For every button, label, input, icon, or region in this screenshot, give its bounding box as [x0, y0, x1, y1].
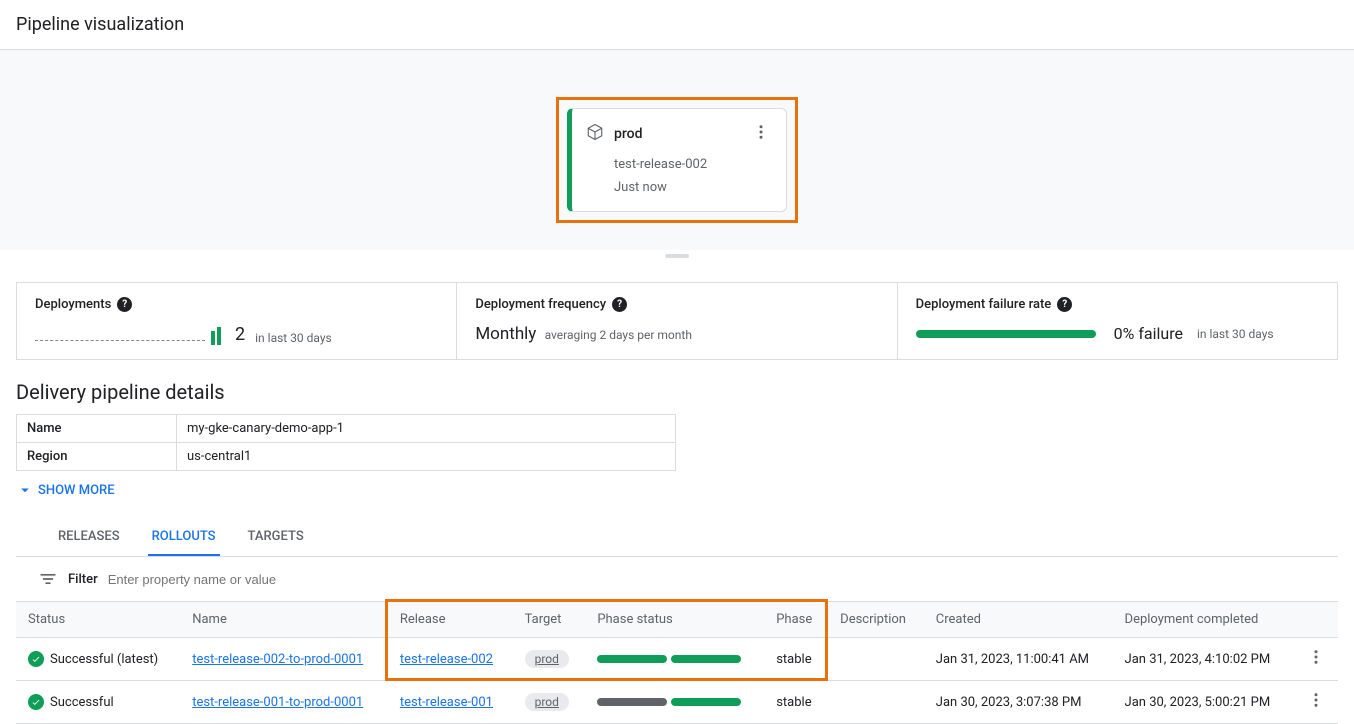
failure-suffix: in last 30 days — [1197, 327, 1274, 341]
release-link[interactable]: test-release-001 — [400, 695, 493, 710]
phase-status-bars — [597, 655, 752, 663]
deployments-sparkline-bars — [211, 327, 221, 345]
phase-text: stable — [764, 638, 828, 681]
metric-failure-rate: Deployment failure rate ? 0% failure in … — [898, 283, 1337, 359]
target-pill[interactable]: prod — [525, 650, 569, 668]
created-text: Jan 31, 2023, 11:00:41 AM — [924, 638, 1113, 681]
col-release: Release — [388, 602, 513, 638]
target-card-prod[interactable]: prod test-release-002 Just now — [567, 108, 787, 213]
status-cell: Successful — [28, 694, 168, 710]
show-more-button[interactable]: SHOW MORE — [0, 471, 1354, 509]
frequency-value: Monthly — [475, 324, 536, 344]
target-pill[interactable]: prod — [525, 693, 569, 711]
failure-rate-bar — [916, 330, 1096, 338]
resize-handle[interactable] — [665, 254, 689, 258]
details-name-label: Name — [17, 415, 177, 443]
details-title: Delivery pipeline details — [0, 360, 1354, 414]
col-description: Description — [828, 602, 924, 638]
frequency-suffix: averaging 2 days per month — [545, 328, 692, 342]
description-text — [828, 638, 924, 681]
target-card-menu-button[interactable] — [750, 121, 772, 147]
details-region-label: Region — [17, 443, 177, 471]
details-name-value: my-gke-canary-demo-app-1 — [177, 415, 676, 443]
table-row: Successful (latest) test-release-002-to-… — [16, 638, 1338, 681]
tabs: RELEASES ROLLOUTS TARGETS — [16, 509, 1338, 557]
col-phase-status: Phase status — [585, 602, 764, 638]
release-link[interactable]: test-release-002 — [400, 652, 493, 667]
completed-text: Jan 30, 2023, 5:00:21 PM — [1113, 681, 1294, 724]
details-table: Name my-gke-canary-demo-app-1 Region us-… — [16, 414, 676, 471]
col-completed: Deployment completed — [1113, 602, 1294, 638]
target-name: prod — [614, 126, 740, 142]
target-release: test-release-002 — [614, 153, 772, 176]
help-icon[interactable]: ? — [117, 297, 132, 312]
failure-value: 0% failure — [1114, 324, 1183, 343]
row-menu-button[interactable] — [1293, 681, 1338, 724]
phase-text: stable — [764, 681, 828, 724]
col-name: Name — [180, 602, 388, 638]
created-text: Jan 30, 2023, 3:07:38 PM — [924, 681, 1113, 724]
col-phase: Phase — [764, 602, 828, 638]
filter-icon — [38, 569, 58, 589]
metric-failure-label: Deployment failure rate — [916, 297, 1052, 312]
filter-label: Filter — [68, 572, 98, 587]
pipeline-visualization-canvas: prod test-release-002 Just now — [0, 50, 1354, 250]
help-icon[interactable]: ? — [1057, 297, 1072, 312]
details-region-value: us-central1 — [177, 443, 676, 471]
table-row: Successful test-release-001-to-prod-0001… — [16, 681, 1338, 724]
highlight-annotation: prod test-release-002 Just now — [556, 97, 798, 224]
deployments-suffix: in last 30 days — [255, 331, 332, 345]
tab-targets[interactable]: TARGETS — [244, 519, 308, 556]
target-time: Just now — [614, 176, 772, 199]
status-text: Successful — [50, 695, 114, 710]
col-status: Status — [16, 602, 180, 638]
col-created: Created — [924, 602, 1113, 638]
gke-icon — [586, 123, 604, 145]
completed-text: Jan 31, 2023, 4:10:02 PM — [1113, 638, 1294, 681]
tab-releases[interactable]: RELEASES — [54, 519, 124, 556]
filter-bar: Filter — [0, 557, 1354, 601]
col-target: Target — [513, 602, 586, 638]
filter-input[interactable] — [108, 572, 1338, 587]
show-more-label: SHOW MORE — [38, 483, 115, 498]
chevron-down-icon — [16, 481, 34, 499]
metrics-row: Deployments ? 2 in last 30 days Deployme… — [16, 282, 1338, 360]
col-actions — [1293, 602, 1338, 638]
tab-rollouts[interactable]: ROLLOUTS — [148, 519, 220, 556]
metric-frequency: Deployment frequency ? Monthly averaging… — [457, 283, 897, 359]
status-text: Successful (latest) — [50, 652, 158, 667]
page-title: Pipeline visualization — [0, 0, 1354, 50]
help-icon[interactable]: ? — [612, 297, 627, 312]
metric-deployments-label: Deployments — [35, 297, 111, 312]
deployments-count: 2 — [235, 324, 245, 345]
description-text — [828, 681, 924, 724]
status-cell: Successful (latest) — [28, 651, 168, 667]
metric-frequency-label: Deployment frequency — [475, 297, 606, 312]
success-check-icon — [28, 651, 44, 667]
rollout-name-link[interactable]: test-release-002-to-prod-0001 — [192, 652, 363, 667]
rollouts-table: Status Name Release Target Phase status … — [16, 601, 1338, 724]
row-menu-button[interactable] — [1293, 638, 1338, 681]
rollout-name-link[interactable]: test-release-001-to-prod-0001 — [192, 695, 363, 710]
deployments-sparkline-baseline — [35, 340, 205, 341]
success-check-icon — [28, 694, 44, 710]
metric-deployments: Deployments ? 2 in last 30 days — [17, 283, 457, 359]
